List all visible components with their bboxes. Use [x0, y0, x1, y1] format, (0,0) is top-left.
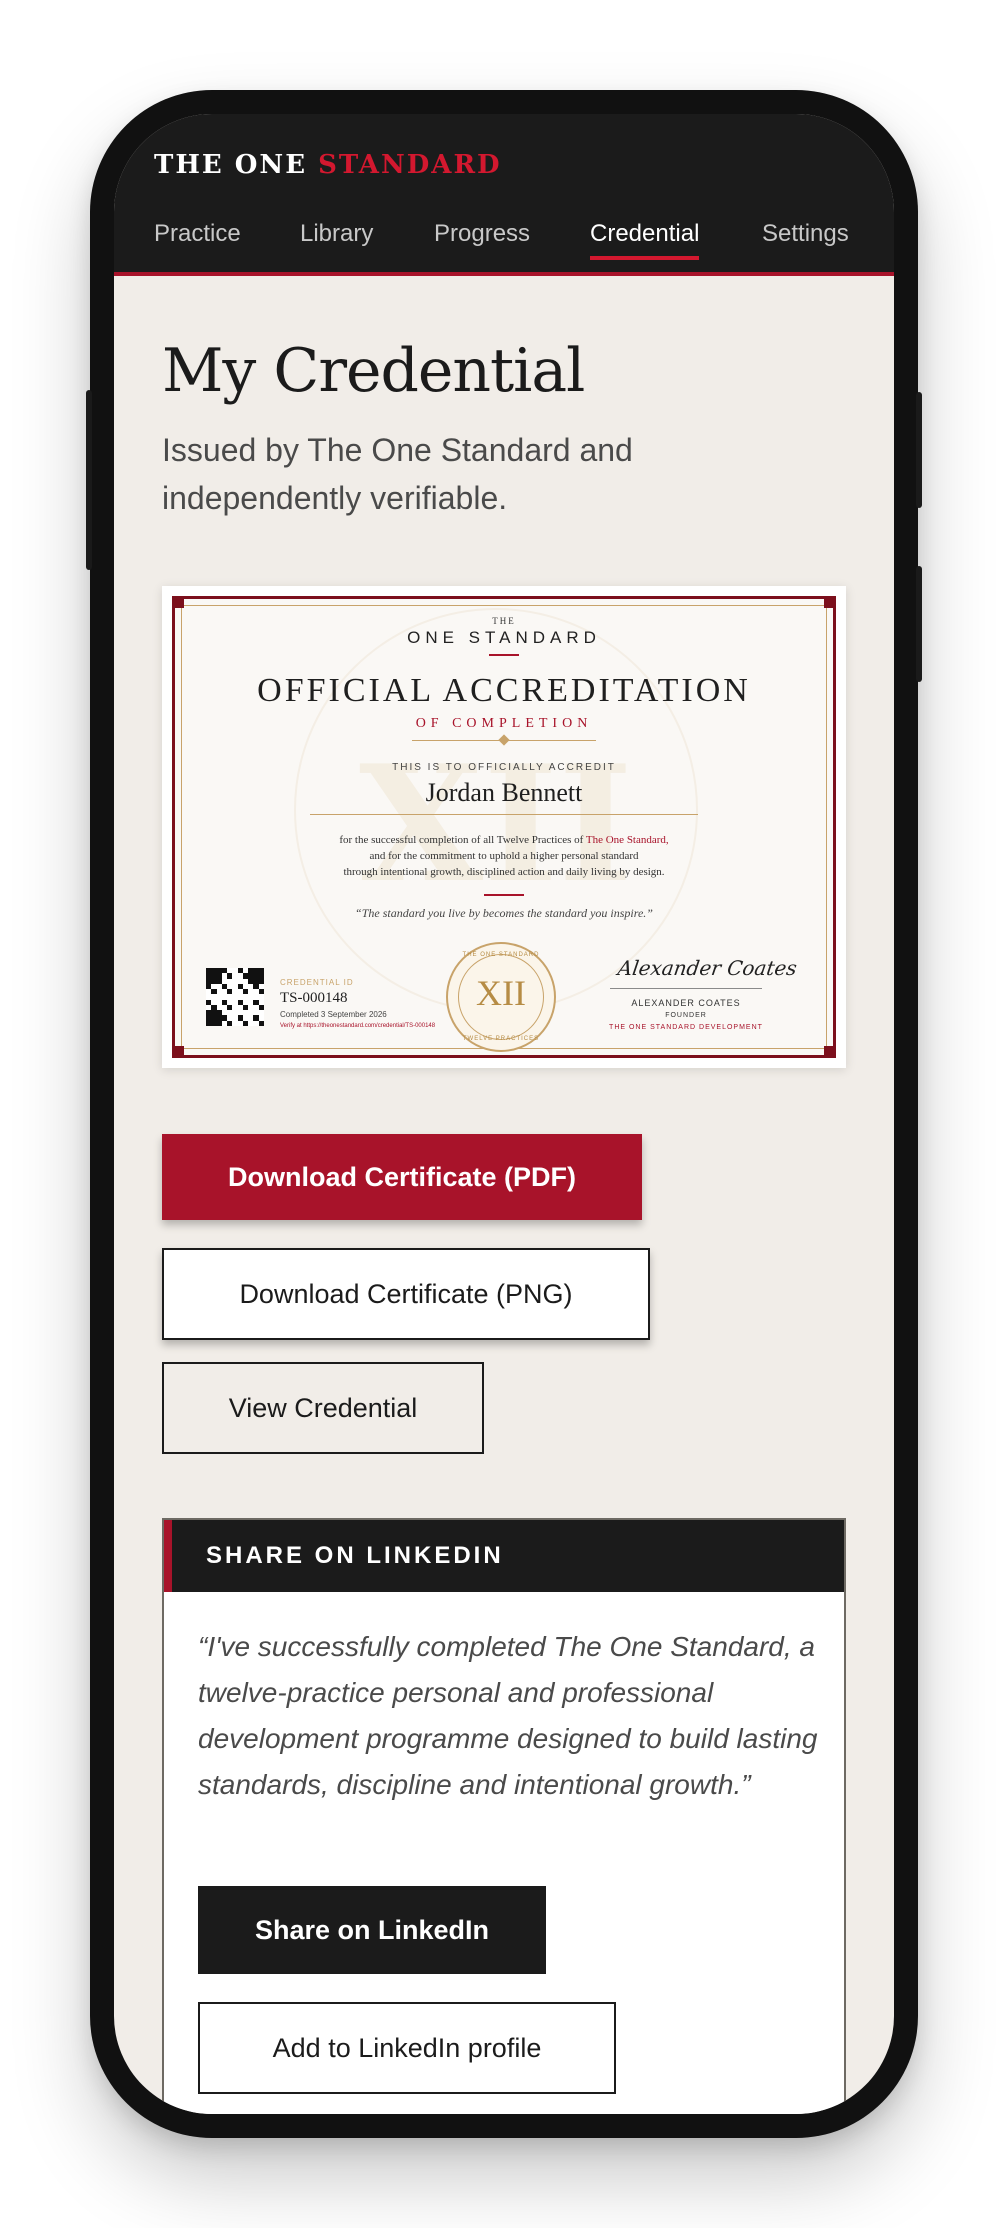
credential-id: TS-000148 — [280, 990, 348, 1006]
nav-settings[interactable]: Settings — [762, 220, 849, 258]
certificate-preview[interactable]: XII THE ONE STANDARD OFFICIAL ACCREDITAT… — [162, 586, 846, 1068]
cert-subheading: OF COMPLETION — [415, 716, 593, 731]
cert-body-line-3: through intentional growth, disciplined … — [343, 866, 665, 878]
linkedin-share-message: “I've successfully completed The One Sta… — [198, 1631, 818, 1800]
nav-library[interactable]: Library — [300, 220, 373, 258]
cert-brand: ONE STANDARD — [407, 628, 601, 647]
brand-primary: THE ONE — [154, 150, 308, 180]
seal-emblem: THE ONE STANDARD XII TWELVE PRACTICES — [446, 942, 556, 1052]
signature: Alexander Coates — [616, 956, 799, 980]
credential-id-label: CREDENTIAL ID — [280, 978, 354, 987]
corner-ornament — [172, 596, 184, 608]
signer-name: ALEXANDER COATES — [631, 998, 741, 1008]
verify-url: Verify at https://theonestandard.com/cre… — [280, 1023, 436, 1029]
cert-name-underline — [310, 814, 698, 815]
add-to-linkedin-profile-button[interactable]: Add to LinkedIn profile — [198, 2002, 616, 2094]
corner-ornament — [824, 596, 836, 608]
seal-top-text: THE ONE STANDARD — [462, 952, 540, 958]
device-volume-down — [916, 566, 922, 682]
seal-bottom-text: TWELVE PRACTICES — [462, 1036, 540, 1042]
cert-the: THE — [492, 616, 516, 626]
device-volume-up — [916, 392, 922, 508]
signer-title: FOUNDER — [665, 1012, 707, 1019]
linkedin-share-card: SHARE ON LINKEDIN “I've successfully com… — [162, 1518, 846, 2114]
brand-logo[interactable]: THE ONE STANDARD — [154, 150, 502, 180]
linkedin-card-title: SHARE ON LINKEDIN — [206, 1542, 504, 1569]
app-header: THE ONE STANDARD Practice Library Progre… — [114, 114, 894, 276]
app-screen: THE ONE STANDARD Practice Library Progre… — [114, 114, 894, 2114]
nav-credential[interactable]: Credential — [590, 220, 700, 260]
main-nav: Practice Library Progress Credential Set… — [114, 210, 894, 272]
download-pdf-button[interactable]: Download Certificate (PDF) — [162, 1134, 642, 1220]
cert-heading: OFFICIAL ACCREDITATION — [257, 672, 751, 709]
cert-body: for the successful completion of all Twe… — [162, 832, 846, 880]
cert-intro: THIS IS TO OFFICIALLY ACCREDIT — [392, 762, 616, 773]
corner-ornament — [824, 1046, 836, 1058]
completion-date: Completed 3 September 2026 — [280, 1010, 387, 1019]
qr-code-icon — [206, 968, 264, 1026]
brand-accent: STANDARD — [318, 150, 502, 180]
watermark-numeral: XII — [359, 730, 633, 918]
cert-body-line-1: for the successful completion of all Twe… — [162, 832, 846, 848]
view-credential-button[interactable]: View Credential — [162, 1362, 484, 1454]
signature-line — [610, 988, 762, 989]
page-subtitle: Issued by The One Standard and independe… — [162, 432, 633, 516]
nav-practice[interactable]: Practice — [154, 220, 241, 258]
seal-numeral: XII — [476, 973, 526, 1013]
cert-body-text: for the successful completion of all Twe… — [339, 834, 586, 846]
corner-ornament — [172, 1046, 184, 1058]
signer-organisation: THE ONE STANDARD DEVELOPMENT — [609, 1024, 763, 1031]
device-side-button — [86, 390, 92, 570]
linkedin-card-header: SHARE ON LINKEDIN — [164, 1520, 844, 1592]
page-title: My Credential — [162, 336, 585, 406]
cert-divider — [489, 654, 519, 656]
cert-quote-divider — [484, 894, 524, 896]
cert-quote: “The standard you live by becomes the st… — [355, 906, 653, 920]
download-png-button[interactable]: Download Certificate (PNG) — [162, 1248, 650, 1340]
nav-progress[interactable]: Progress — [434, 220, 530, 258]
cert-recipient-name: Jordan Bennett — [425, 778, 583, 807]
cert-body-line-2: and for the commitment to uphold a highe… — [369, 850, 639, 862]
share-on-linkedin-button[interactable]: Share on LinkedIn — [198, 1886, 546, 1974]
cert-body-brand: The One Standard, — [585, 834, 669, 846]
